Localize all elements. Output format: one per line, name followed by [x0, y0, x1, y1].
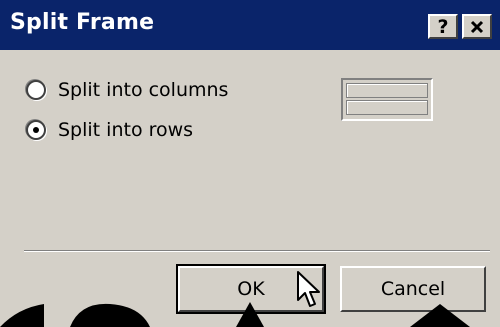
split-preview: [341, 78, 433, 121]
split-rows-option[interactable]: Split into rows: [26, 117, 193, 143]
preview-row-bottom: [346, 100, 428, 115]
radio-selected-dot: [33, 127, 39, 133]
dialog-title: Split Frame: [10, 10, 155, 35]
split-columns-option[interactable]: Split into columns: [26, 77, 228, 103]
help-icon: ?: [437, 15, 449, 38]
split-rows-radio[interactable]: [26, 120, 46, 140]
cancel-button[interactable]: Cancel: [340, 266, 486, 312]
preview-row-top: [346, 83, 428, 98]
close-button[interactable]: [462, 14, 492, 39]
help-button[interactable]: ?: [428, 14, 458, 39]
cancel-button-label: Cancel: [380, 278, 446, 300]
split-rows-label: Split into rows: [58, 119, 194, 141]
split-frame-dialog: Split Frame ? Split into columns Split i…: [0, 0, 500, 327]
split-columns-label: Split into columns: [58, 79, 229, 101]
split-columns-radio[interactable]: [26, 80, 46, 100]
close-icon: [470, 20, 484, 33]
separator-line: [24, 250, 490, 252]
ok-button-label: OK: [237, 278, 265, 300]
title-bar[interactable]: Split Frame ?: [0, 0, 500, 50]
mouse-cursor-icon: [297, 271, 320, 307]
